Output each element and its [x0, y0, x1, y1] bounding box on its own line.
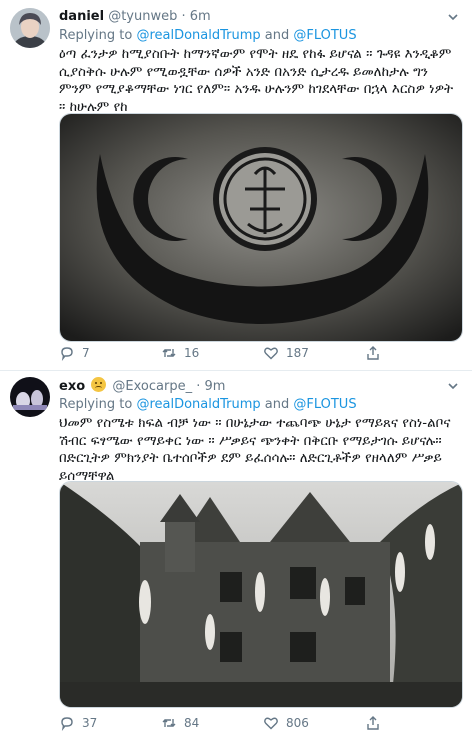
share-icon: [367, 346, 379, 360]
avatar[interactable]: [10, 8, 50, 48]
mention-link[interactable]: @realDonaldTrump: [136, 397, 260, 412]
mention-link[interactable]: @FLOTUS: [293, 28, 356, 43]
avatar[interactable]: [10, 377, 50, 417]
retweet-button[interactable]: 16: [161, 344, 199, 362]
sad-face-emoji-icon: [91, 377, 107, 392]
like-button[interactable]: 806: [263, 714, 309, 732]
like-icon: [264, 347, 278, 360]
share-button[interactable]: [365, 344, 388, 362]
tweet[interactable]: daniel @tyunweb · 6m Replying to @realDo…: [0, 0, 472, 371]
like-count: 187: [286, 346, 309, 360]
replying-to: Replying to @realDonaldTrump and @FLOTUS: [59, 396, 357, 413]
like-icon: [264, 717, 278, 730]
reply-icon: [61, 347, 73, 361]
reply-count: 7: [82, 346, 90, 360]
tweet-image[interactable]: [59, 113, 463, 342]
replying-prefix: Replying to: [59, 397, 137, 412]
timestamp[interactable]: 9m: [205, 379, 226, 394]
tweet-header: daniel @tyunweb · 6m: [59, 8, 211, 26]
retweet-icon: [162, 349, 176, 357]
tweet-text: ህመም የስሜቱ ክፍል ብቻ ነው ። በሁኔታው ተጨባጭ ሁኔታ የማይጸ…: [59, 415, 451, 484]
display-name[interactable]: daniel: [59, 9, 104, 24]
reply-count: 37: [82, 716, 98, 730]
user-handle[interactable]: @Exocarpe_: [112, 379, 192, 394]
retweet-count: 16: [184, 346, 200, 360]
reply-button[interactable]: 37: [59, 714, 97, 732]
separator-dot: ·: [196, 379, 201, 394]
replying-to: Replying to @realDonaldTrump and @FLOTUS: [59, 27, 357, 44]
mention-link[interactable]: @FLOTUS: [293, 397, 356, 412]
retweet-icon: [162, 719, 176, 727]
like-button[interactable]: 187: [263, 344, 309, 362]
tweet-header: exo @Exocarpe_ · 9m: [59, 377, 225, 395]
reply-icon: [61, 717, 73, 731]
and-text: and: [260, 397, 294, 412]
timestamp[interactable]: 6m: [190, 9, 211, 24]
display-name[interactable]: exo: [59, 379, 85, 394]
separator-dot: ·: [181, 9, 186, 24]
retweet-count: 84: [184, 716, 200, 730]
reply-button[interactable]: 7: [59, 344, 90, 362]
tweet[interactable]: exo @Exocarpe_ · 9m Replying to @realDon…: [0, 371, 472, 740]
tweet-actions: 7 16 187: [59, 344, 463, 362]
like-count: 806: [286, 716, 309, 730]
replying-prefix: Replying to: [59, 28, 137, 43]
tweet-text: ዕጣ ፈንታዎ ከሚያስቡት ከማንኛውም የሞት ዘዴ የከፋ ይሆናል ። …: [59, 46, 454, 115]
share-icon: [367, 716, 379, 730]
chevron-down-icon[interactable]: [446, 10, 460, 24]
and-text: and: [260, 28, 294, 43]
chevron-down-icon[interactable]: [446, 379, 460, 393]
share-button[interactable]: [365, 714, 388, 732]
tweet-actions: 37 84 806: [59, 714, 463, 732]
user-handle[interactable]: @tyunweb: [108, 9, 177, 24]
tweet-image[interactable]: [59, 481, 463, 708]
retweet-button[interactable]: 84: [161, 714, 199, 732]
mention-link[interactable]: @realDonaldTrump: [136, 28, 260, 43]
